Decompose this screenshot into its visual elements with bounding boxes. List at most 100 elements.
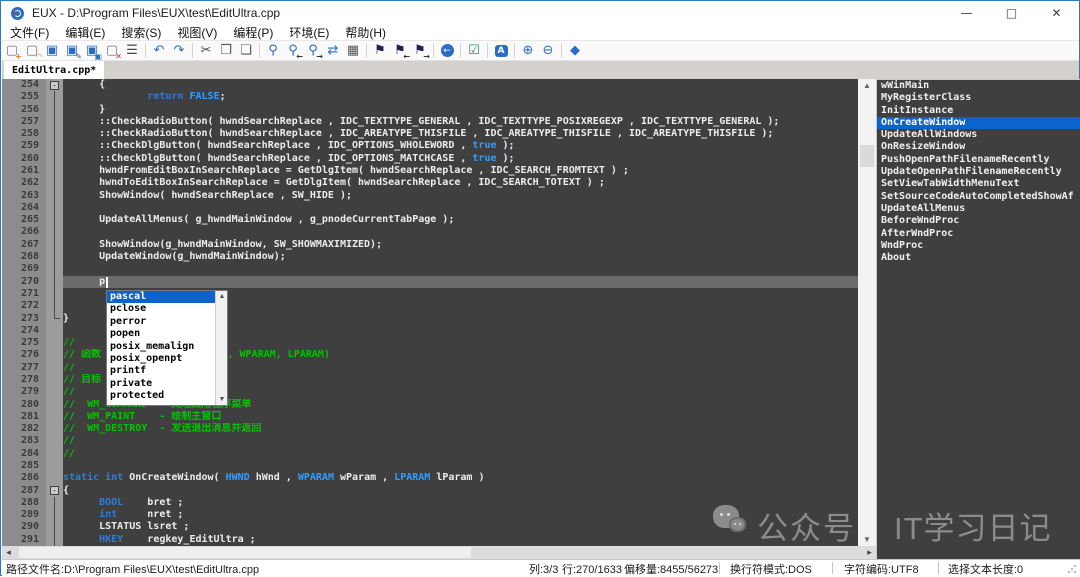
- code-text: BOOL bret ;: [63, 497, 858, 509]
- editor-vertical-scrollbar[interactable]: ▲ ▼: [858, 79, 876, 546]
- fold-margin[interactable]: [46, 374, 63, 386]
- checklist-button[interactable]: ☑: [464, 42, 484, 60]
- fold-margin[interactable]: [46, 386, 63, 398]
- new-file-button[interactable]: ▢+: [2, 42, 22, 60]
- menu-bar: 文件(F)编辑(E)搜索(S)视图(V)编程(P)环境(E)帮助(H): [2, 24, 1079, 41]
- function-list-item[interactable]: OnResizeWindow: [877, 141, 1080, 153]
- fold-margin[interactable]: [46, 448, 63, 460]
- function-list-item[interactable]: OnCreateWindow: [877, 117, 1080, 129]
- close-button[interactable]: ✕: [1034, 2, 1079, 24]
- function-list-item[interactable]: MyRegisterClass: [877, 92, 1080, 104]
- fold-margin[interactable]: [46, 362, 63, 374]
- zoom-out-button[interactable]: ⊖: [538, 42, 558, 60]
- menu-item-v[interactable]: 视图(V): [169, 24, 225, 41]
- fold-margin[interactable]: [46, 399, 63, 411]
- scroll-left-icon[interactable]: ◂: [2, 546, 15, 559]
- function-list-item[interactable]: BeforeWndProc: [877, 215, 1080, 227]
- menu-item-h[interactable]: 帮助(H): [337, 24, 394, 41]
- find-button[interactable]: ⚲: [263, 42, 283, 60]
- line-number: 286: [2, 472, 46, 484]
- badge-icon: ▣: [94, 52, 102, 61]
- code-text: [63, 202, 858, 214]
- replace-button[interactable]: ⇄: [323, 42, 343, 60]
- fold-margin[interactable]: [46, 472, 63, 484]
- autocomplete-item[interactable]: pclose: [107, 303, 215, 315]
- fold-collapse-icon[interactable]: -: [50, 486, 59, 495]
- tab-editultra-cpp[interactable]: EditUltra.cpp*: [4, 61, 104, 79]
- scroll-right-icon[interactable]: ▸: [863, 546, 876, 559]
- fold-margin[interactable]: [46, 325, 63, 337]
- function-list-item[interactable]: wWinMain: [877, 80, 1080, 92]
- badge-icon: ✕: [115, 52, 122, 61]
- redo-button[interactable]: ↷: [169, 42, 189, 60]
- autocomplete-item[interactable]: popen: [107, 328, 215, 340]
- paste-button[interactable]: ❏: [236, 42, 256, 60]
- open-file-button[interactable]: ▢◠: [22, 42, 42, 60]
- save-as-button[interactable]: ▣✎: [62, 42, 82, 60]
- scroll-down-icon[interactable]: ▼: [858, 533, 876, 546]
- function-list-item[interactable]: UpdateAllWindows: [877, 129, 1080, 141]
- fold-collapse-icon[interactable]: -: [50, 81, 59, 90]
- prev-bookmark-button[interactable]: ⚑←: [390, 42, 410, 60]
- function-list-item[interactable]: UpdateOpenPathFilenameRecently: [877, 166, 1080, 178]
- horizontal-scroll-thumb[interactable]: [19, 547, 471, 558]
- function-list-item[interactable]: WndProc: [877, 240, 1080, 252]
- editor-horizontal-scrollbar[interactable]: ◂ ▸: [2, 546, 876, 559]
- syntax-color-button[interactable]: A: [491, 42, 511, 60]
- menu-item-e[interactable]: 编辑(E): [57, 24, 113, 41]
- code-line: 255 return FALSE;: [2, 91, 876, 103]
- code-text: int nret ;: [63, 509, 858, 521]
- function-list-item[interactable]: SetSourceCodeAutoCompletedShowAf: [877, 191, 1080, 203]
- fold-margin[interactable]: [46, 435, 63, 447]
- next-bookmark-button[interactable]: ⚑→: [410, 42, 430, 60]
- replace-in-files-button[interactable]: ▦: [343, 42, 363, 60]
- about-button[interactable]: ◆: [565, 42, 585, 60]
- status-segment: 列:3/3: [529, 561, 558, 577]
- fold-margin[interactable]: [46, 460, 63, 472]
- vertical-scroll-thumb[interactable]: [860, 145, 874, 167]
- fold-margin[interactable]: [46, 423, 63, 435]
- function-list-item[interactable]: UpdateAllMenus: [877, 203, 1080, 215]
- fold-margin[interactable]: [46, 411, 63, 423]
- autocomplete-scrollbar[interactable]: ▲ ▼: [215, 291, 227, 405]
- function-list-item[interactable]: About: [877, 252, 1080, 264]
- menu-item-s[interactable]: 搜索(S): [113, 24, 169, 41]
- app-window: EUX - D:\Program Files\EUX\test\EditUltr…: [0, 0, 1080, 576]
- minimize-button[interactable]: —: [944, 2, 989, 24]
- fold-margin[interactable]: [46, 349, 63, 361]
- line-number: 277: [2, 362, 46, 374]
- scroll-up-icon[interactable]: ▲: [858, 79, 876, 92]
- autocomplete-item[interactable]: pascal: [107, 291, 215, 303]
- zoom-in-button[interactable]: ⊕: [518, 42, 538, 60]
- function-list-item[interactable]: PushOpenPathFilenameRecently: [877, 154, 1080, 166]
- autocomplete-item[interactable]: posix_openpt: [107, 353, 215, 365]
- maximize-button[interactable]: □: [989, 2, 1034, 24]
- find-next-button[interactable]: ⚲→: [303, 42, 323, 60]
- autocomplete-item[interactable]: printf: [107, 365, 215, 377]
- file-list-button[interactable]: ☰: [122, 42, 142, 60]
- close-file-button[interactable]: ▢✕: [102, 42, 122, 60]
- fold-margin[interactable]: [46, 337, 63, 349]
- resize-grip[interactable]: [1067, 564, 1077, 574]
- menu-item-p[interactable]: 编程(P): [225, 24, 281, 41]
- window-title: EUX - D:\Program Files\EUX\test\EditUltr…: [32, 6, 280, 20]
- scroll-down-icon[interactable]: ▼: [216, 394, 228, 405]
- copy-button[interactable]: ❐: [216, 42, 236, 60]
- function-list-item[interactable]: AfterWndProc: [877, 228, 1080, 240]
- bookmark-button[interactable]: ⚑: [370, 42, 390, 60]
- navigate-back-button[interactable]: ←: [437, 42, 457, 60]
- cut-button[interactable]: ✂: [196, 42, 216, 60]
- autocomplete-item[interactable]: posix_memalign: [107, 341, 215, 353]
- autocomplete-item[interactable]: protected: [107, 390, 215, 402]
- function-list-item[interactable]: InitInstance: [877, 105, 1080, 117]
- save-button[interactable]: ▣: [42, 42, 62, 60]
- scroll-up-icon[interactable]: ▲: [216, 291, 228, 302]
- menu-item-f[interactable]: 文件(F): [2, 24, 57, 41]
- autocomplete-item[interactable]: perror: [107, 316, 215, 328]
- menu-item-e[interactable]: 环境(E): [281, 24, 337, 41]
- function-list-item[interactable]: SetViewTabWidthMenuText: [877, 178, 1080, 190]
- find-prev-button[interactable]: ⚲←: [283, 42, 303, 60]
- undo-button[interactable]: ↶: [149, 42, 169, 60]
- autocomplete-item[interactable]: private: [107, 378, 215, 390]
- save-all-button[interactable]: ▣▣: [82, 42, 102, 60]
